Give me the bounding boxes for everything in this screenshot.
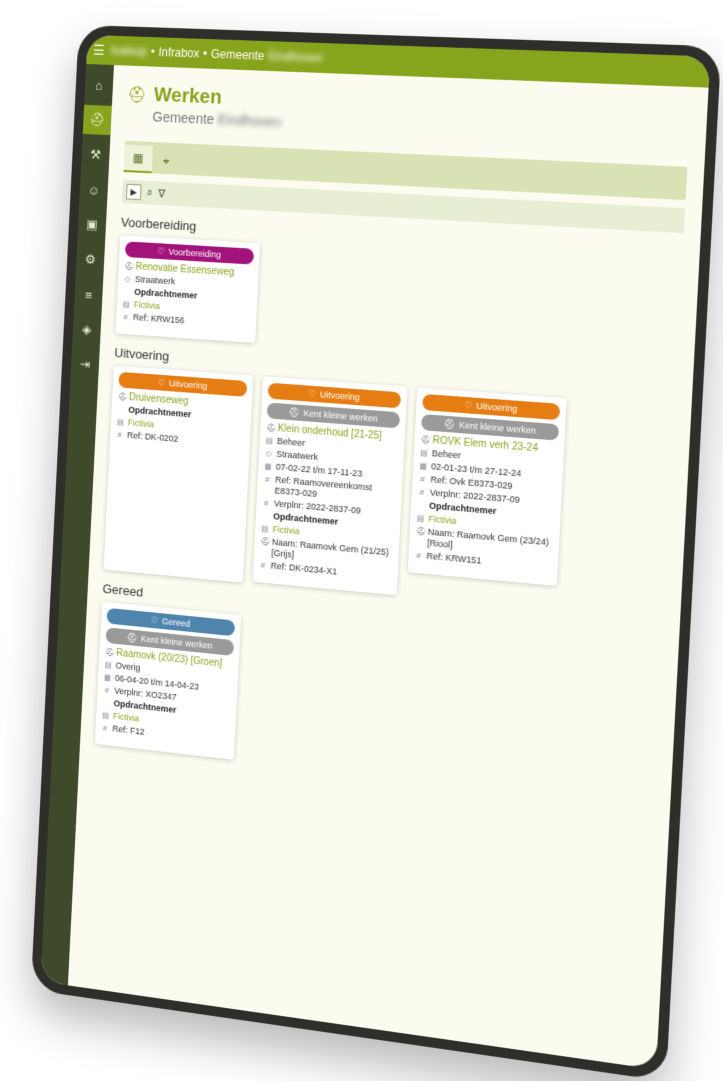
app-screen: ☰ bukkop • Infrabox • Gemeente Eindhoven… <box>40 34 711 1070</box>
category: Beheer <box>431 448 462 461</box>
separator: • <box>150 44 156 59</box>
building-icon: ▤ <box>122 299 130 310</box>
hash-icon: # <box>123 312 128 322</box>
work-card[interactable]: ♡ Uitvoering ⛑ Kent kleine werken ⛑ Klein… <box>252 376 408 596</box>
users-icon[interactable]: ⚙ <box>76 244 105 275</box>
separator: • <box>202 46 208 61</box>
device: ☰ bukkop • Infrabox • Gemeente Eindhoven… <box>0 0 723 1081</box>
works-icon-small: ⛑ <box>124 261 135 272</box>
logout-icon[interactable]: ⇥ <box>71 349 100 380</box>
assets-icon[interactable]: ⚒ <box>81 140 110 170</box>
contractor-name[interactable]: Fictivia <box>127 417 155 430</box>
page-title: Werken <box>153 84 223 109</box>
tab-map-icon[interactable]: ⌖ <box>152 148 181 175</box>
work-card[interactable]: ♡ Gereed ⛑ Kent kleine werken ⛑ Raamovk (… <box>94 601 242 760</box>
tablet-frame: ☰ bukkop • Infrabox • Gemeente Eindhoven… <box>30 24 722 1081</box>
work-card[interactable]: ♡ Uitvoering ⛑ Druivenseweg Opdrachtnemer… <box>103 365 254 583</box>
main-content: ⛑ Werken Gemeente Eindhoven ▦ ⌖ ▶ ⌕ ∇ Vo… <box>68 65 709 1069</box>
tab-board-icon[interactable]: ▦ <box>123 144 153 174</box>
contractor-name[interactable]: Fictivia <box>272 524 300 537</box>
crumb-gemeente[interactable]: Gemeente <box>211 47 265 63</box>
home-icon[interactable]: ⌂ <box>84 70 113 100</box>
reference: Ref: F12 <box>112 723 145 737</box>
contacts-icon[interactable]: ▣ <box>77 210 106 241</box>
work-card[interactable]: ♡ Uitvoering ⛑ Kent kleine werken ⛑ ROVK … <box>407 387 567 587</box>
work-type: Straatwerk <box>134 274 176 287</box>
blurred-municipality: Eindhoven <box>267 49 324 66</box>
filter-icon[interactable]: ∇ <box>158 187 166 200</box>
menu-icon[interactable]: ☰ <box>87 41 112 58</box>
reference: Ref: DK-0202 <box>126 430 179 444</box>
works-title-icon: ⛑ <box>126 86 147 104</box>
contractor-name[interactable]: Fictivia <box>133 300 160 312</box>
breadcrumb: bukkop • Infrabox • Gemeente Eindhoven <box>111 44 324 65</box>
people-icon[interactable]: ☺ <box>79 175 108 206</box>
tag-icon: ◇ <box>124 274 131 284</box>
package-icon[interactable]: ◈ <box>72 314 101 345</box>
reference-2: Ref: KRW151 <box>426 550 482 566</box>
reference: Ref: KRW156 <box>132 312 185 326</box>
category: Beheer <box>276 435 306 449</box>
blurred-crumb: bukkop <box>110 43 148 59</box>
contractor-name[interactable]: Fictivia <box>428 514 457 527</box>
category: Overig <box>115 660 141 673</box>
works-icon[interactable]: ⛑ <box>82 104 112 136</box>
search-icon[interactable]: ⌕ <box>146 186 153 199</box>
work-card[interactable]: ♡ Voorbereiding ⛑ Renovatie Essenseweg ◇ S… <box>115 235 261 344</box>
work-type: Straatwerk <box>276 448 319 463</box>
play-button[interactable]: ▶ <box>125 183 142 201</box>
contractor-name[interactable]: Fictivia <box>113 711 140 725</box>
layers-icon[interactable]: ≡ <box>74 279 103 310</box>
crumb-infrabox[interactable]: Infrabox <box>158 45 200 60</box>
